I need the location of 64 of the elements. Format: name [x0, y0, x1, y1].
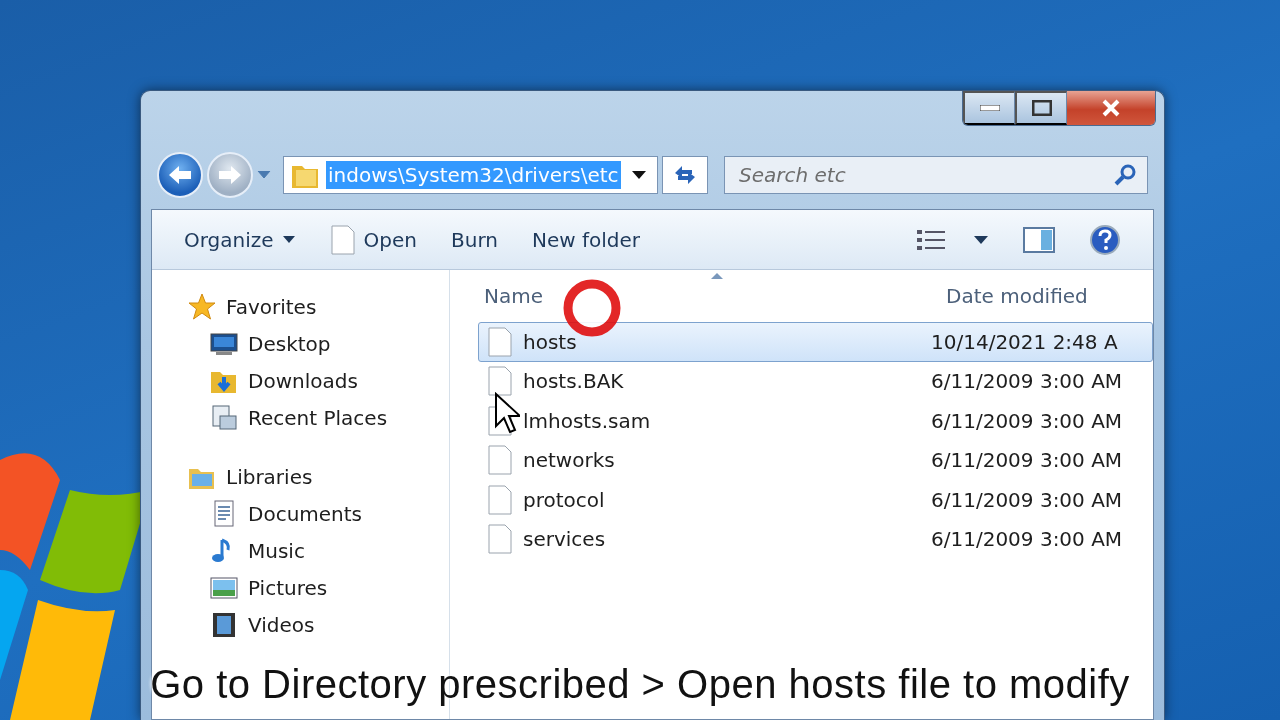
help-icon [1089, 223, 1121, 256]
file-icon [329, 224, 356, 255]
file-icon [487, 524, 513, 555]
details-view-icon [917, 228, 947, 251]
mouse-cursor-icon [494, 392, 520, 434]
star-icon [188, 292, 216, 321]
file-row[interactable]: hosts.BAK 6/11/2009 3:00 AM [478, 361, 1153, 401]
toolbar-button[interactable]: Organize [174, 220, 306, 259]
file-date: 10/14/2021 2:48 A [931, 328, 1118, 356]
file-name: lmhosts.sam [523, 407, 651, 435]
file-name: services [523, 526, 606, 554]
refresh-button[interactable] [662, 156, 708, 194]
sidebar-item[interactable]: Recent Places [188, 399, 449, 436]
file-date: 6/11/2009 3:00 AM [931, 447, 1123, 475]
file-date: 6/11/2009 3:00 AM [931, 486, 1123, 514]
column-header[interactable]: Name [478, 281, 940, 311]
search-icon [1114, 163, 1138, 187]
sort-arrow-icon[interactable] [710, 272, 724, 280]
dropdown-icon [281, 235, 296, 244]
maximize-button[interactable] [1015, 91, 1067, 125]
maximize-icon [1031, 100, 1052, 116]
toolbar-button[interactable]: Open [319, 220, 428, 259]
file-date: 6/11/2009 3:00 AM [931, 526, 1123, 554]
file-name: networks [523, 447, 615, 475]
history-dropdown-icon[interactable] [257, 170, 271, 180]
dropdown-icon[interactable] [631, 170, 647, 180]
sidebar-item[interactable]: Documents [188, 495, 449, 532]
minimize-icon [979, 105, 1000, 111]
search-field[interactable]: Search etc [724, 156, 1148, 194]
film-icon [210, 610, 238, 639]
column-header[interactable]: Date modified [940, 281, 1088, 311]
file-date: 6/11/2009 3:00 AM [931, 368, 1123, 396]
file-row[interactable]: services 6/11/2009 3:00 AM [478, 519, 1153, 559]
back-button[interactable] [157, 152, 203, 198]
sidebar-item[interactable]: Favorites [188, 288, 449, 325]
toolbar-button[interactable]: Burn [441, 220, 508, 259]
file-row[interactable]: networks 6/11/2009 3:00 AM [478, 440, 1153, 480]
file-name: hosts [523, 328, 577, 356]
sidebar-item[interactable]: Pictures [188, 569, 449, 606]
sidebar-item[interactable]: Desktop [188, 325, 449, 362]
video-caption: Go to Directory prescribed > Open hosts file to modify [149, 661, 1131, 708]
preview-pane-icon [1023, 226, 1055, 253]
file-name: protocol [523, 486, 605, 514]
file-row[interactable]: hosts 10/14/2021 2:48 A [478, 322, 1153, 362]
file-date: 6/11/2009 3:00 AM [931, 407, 1123, 435]
file-icon [487, 445, 513, 476]
forward-arrow-icon [217, 164, 243, 186]
back-arrow-icon [167, 164, 193, 186]
file-icon [487, 326, 513, 357]
close-icon [1101, 99, 1121, 117]
file-name: hosts.BAK [523, 368, 624, 396]
file-row[interactable]: protocol 6/11/2009 3:00 AM [478, 480, 1153, 520]
sidebar-item[interactable]: Downloads [188, 362, 449, 399]
address-path: indows\System32\drivers\etc [326, 161, 621, 189]
toolbar-button[interactable]: New folder [522, 220, 651, 259]
close-button[interactable] [1067, 91, 1155, 125]
window-icon [210, 403, 238, 432]
minimize-button[interactable] [963, 91, 1015, 125]
file-icon [487, 484, 513, 515]
dropdown-icon [973, 234, 989, 245]
file-icon [487, 366, 513, 397]
sidebar-item[interactable]: Videos [188, 606, 449, 643]
sidebar-item[interactable]: Music [188, 532, 449, 569]
sidebar-item[interactable]: Libraries [188, 458, 449, 495]
